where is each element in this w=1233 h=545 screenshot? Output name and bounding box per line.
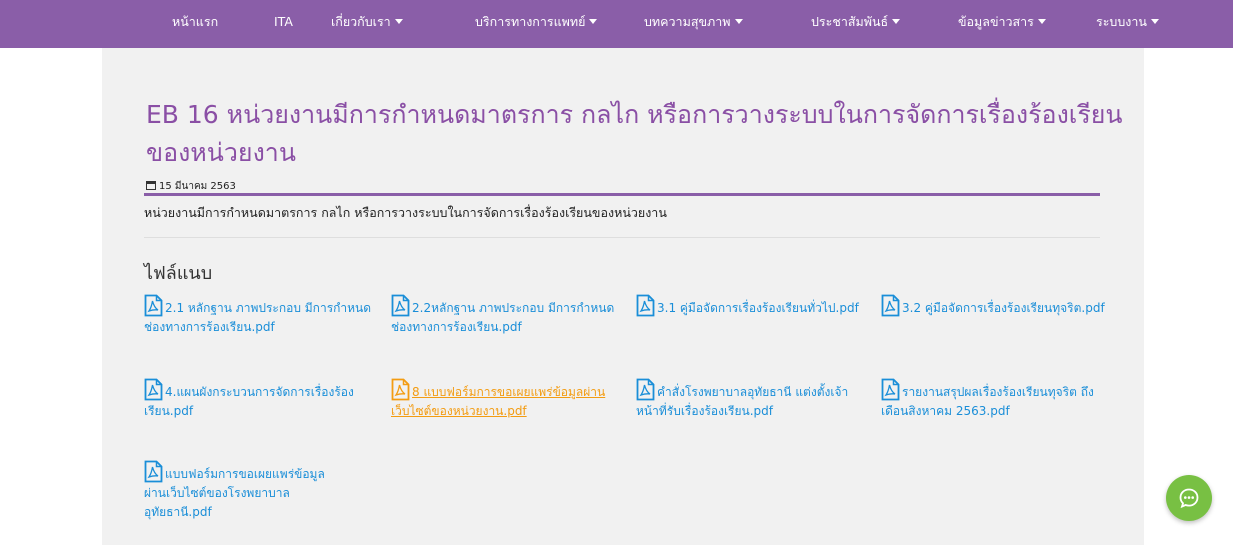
nav-home[interactable]: หน้าแรก [172, 0, 218, 48]
file-pdf-icon [144, 460, 163, 483]
post-date: 15 มีนาคม 2563 [146, 179, 236, 194]
attachment-name: 8 แบบฟอร์มการขอเผยแพร่ข้อมูลผ่านเว็บไซต์… [391, 385, 606, 418]
nav-public-relations[interactable]: ประชาสัมพันธ์ [811, 0, 901, 48]
attachment-link[interactable]: 3.1 คู่มือจัดการเรื่องร้องเรียนทั่วไป.pd… [636, 294, 866, 318]
nav-information[interactable]: ข้อมูลข่าวสาร [958, 0, 1046, 48]
attachment-name: คำสั่งโรงพยาบาลอุทัยธานี แต่งตั้งเจ้าหน้… [636, 385, 849, 418]
attachment-link[interactable]: คำสั่งโรงพยาบาลอุทัยธานี แต่งตั้งเจ้าหน้… [636, 378, 866, 421]
file-pdf-icon [636, 294, 655, 317]
nav-systems[interactable]: ระบบงาน [1096, 0, 1159, 48]
attachment-link[interactable]: 2.2หลักฐาน ภาพประกอบ มีการกำหนดช่องทางกา… [391, 294, 621, 337]
page-title: EB 16 หน่วยงานมีการกำหนดมาตรการ กลไก หรื… [146, 100, 1123, 167]
attachment-link[interactable]: 2.1 หลักฐาน ภาพประกอบ มีการกำหนดช่องทางก… [144, 294, 374, 337]
caret-down-icon [1150, 19, 1159, 24]
attachments-heading: ไฟล์แนบ [144, 263, 213, 284]
nav-ita-label: ITA [274, 14, 293, 29]
top-navbar: หน้าแรก ITA เกี่ยวกับเรา บริการทางการแพท… [0, 0, 1233, 48]
attachment-name: 3.1 คู่มือจัดการเรื่องร้องเรียนทั่วไป.pd… [657, 301, 859, 315]
calendar-icon [146, 181, 156, 190]
attachment-link[interactable]: 4.แผนผังกระบวนการจัดการเรื่องร้องเรียน.p… [144, 378, 374, 421]
attachment-name: แบบฟอร์มการขอเผยแพร่ข้อมูลผ่านเว็บไซต์ขอ… [144, 467, 325, 519]
file-pdf-icon [391, 378, 410, 401]
article-container: EB 16 หน่วยงานมีการกำหนดมาตรการ กลไก หรื… [102, 48, 1144, 545]
nav-about-label: เกี่ยวกับเรา [331, 14, 391, 29]
caret-down-icon [394, 19, 403, 24]
nav-health-articles-label: บทความสุขภาพ [644, 14, 731, 29]
file-pdf-icon [881, 378, 900, 401]
nav-medical-services[interactable]: บริการทางการแพทย์ [475, 0, 598, 48]
attachment-name: 2.2หลักฐาน ภาพประกอบ มีการกำหนดช่องทางกา… [391, 301, 615, 334]
nav-information-label: ข้อมูลข่าวสาร [958, 14, 1034, 29]
file-pdf-icon [144, 378, 163, 401]
attachment-name: 2.1 หลักฐาน ภาพประกอบ มีการกำหนดช่องทางก… [144, 301, 372, 334]
file-pdf-icon [881, 294, 900, 317]
attachment-link[interactable]: แบบฟอร์มการขอเผยแพร่ข้อมูลผ่านเว็บไซต์ขอ… [144, 460, 344, 522]
nav-public-relations-label: ประชาสัมพันธ์ [811, 14, 889, 29]
caret-down-icon [734, 19, 743, 24]
attachment-link-active[interactable]: 8 แบบฟอร์มการขอเผยแพร่ข้อมูลผ่านเว็บไซต์… [391, 378, 621, 421]
attachment-link[interactable]: รายงานสรุปผลเรื่องร้องเรียนทุจริต ถึงเดื… [881, 378, 1111, 421]
chat-icon [1179, 488, 1199, 509]
caret-down-icon [892, 19, 901, 24]
attachment-name: รายงานสรุปผลเรื่องร้องเรียนทุจริต ถึงเดื… [881, 385, 1094, 418]
section-divider [144, 237, 1100, 238]
file-pdf-icon [144, 294, 163, 317]
nav-systems-label: ระบบงาน [1096, 14, 1147, 29]
title-divider [144, 193, 1100, 196]
caret-down-icon [589, 19, 598, 24]
attachment-name: 4.แผนผังกระบวนการจัดการเรื่องร้องเรียน.p… [144, 385, 354, 418]
nav-home-label: หน้าแรก [172, 14, 219, 29]
article-description: หน่วยงานมีการกำหนดมาตรการ กลไก หรือการวา… [144, 205, 667, 220]
file-pdf-icon [636, 378, 655, 401]
attachment-name: 3.2 คู่มือจัดการเรื่องร้องเรียนทุจริต.pd… [902, 301, 1105, 315]
nav-ita[interactable]: ITA [274, 0, 293, 48]
chat-button[interactable] [1166, 475, 1212, 521]
attachment-link[interactable]: 3.2 คู่มือจัดการเรื่องร้องเรียนทุจริต.pd… [881, 294, 1111, 318]
caret-down-icon [1037, 19, 1046, 24]
nav-about[interactable]: เกี่ยวกับเรา [331, 0, 403, 48]
post-date-text: 15 มีนาคม 2563 [159, 181, 236, 192]
nav-medical-services-label: บริการทางการแพทย์ [475, 14, 586, 29]
nav-health-articles[interactable]: บทความสุขภาพ [644, 0, 743, 48]
file-pdf-icon [391, 294, 410, 317]
